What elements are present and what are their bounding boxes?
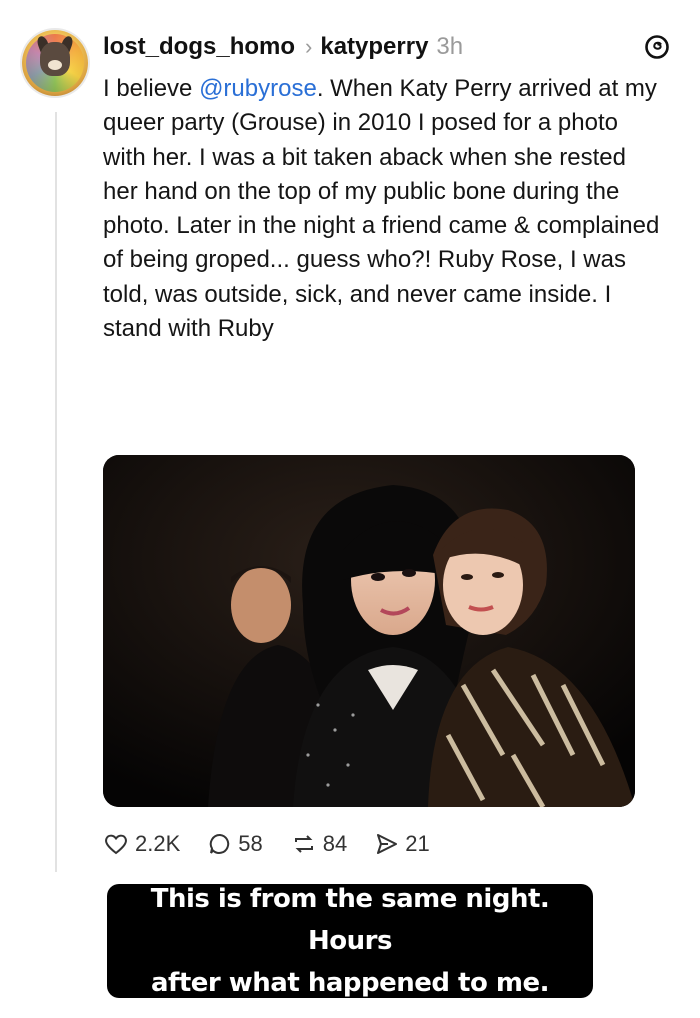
caption-line-2: after what happened to me. xyxy=(150,968,550,998)
post-text-body: . When Katy Perry arrived at my queer pa… xyxy=(103,75,660,343)
chevron-right-icon: › xyxy=(305,34,313,59)
send-icon xyxy=(377,834,398,854)
username-link[interactable]: lost_dogs_homo xyxy=(103,33,295,61)
post-timestamp: 3h xyxy=(436,33,464,60)
share-button[interactable]: 21 xyxy=(375,831,430,857)
mention-link[interactable]: @rubyrose xyxy=(199,75,317,102)
comment-button[interactable]: 58 xyxy=(208,831,263,857)
like-count: 2.2K xyxy=(135,831,181,856)
threads-logo-icon[interactable] xyxy=(644,34,670,60)
comment-count: 58 xyxy=(238,831,263,856)
avatar-dog-face xyxy=(40,42,70,76)
post-text-start: I believe xyxy=(103,75,200,102)
repost-button[interactable]: 84 xyxy=(291,831,347,857)
reply-to-username-link[interactable]: katyperry xyxy=(320,33,428,61)
post-actions: 2.2K 58 84 21 xyxy=(103,826,458,862)
story-caption: This is from the same night. Hours after… xyxy=(107,884,593,998)
avatar-snout xyxy=(48,60,62,70)
repost-icon xyxy=(294,835,313,853)
post-photo[interactable] xyxy=(103,455,635,807)
repost-count: 84 xyxy=(322,831,348,856)
like-button[interactable]: 2.2K xyxy=(103,831,180,857)
heart-icon xyxy=(105,834,127,855)
post-header: lost_dogs_homo › katyperry 3h xyxy=(103,30,670,64)
avatar[interactable] xyxy=(22,30,88,96)
caption-line-1: This is from the same night. Hours xyxy=(150,884,550,956)
thread-line xyxy=(55,112,57,872)
post-photo-image xyxy=(103,455,635,807)
comment-icon xyxy=(210,833,230,854)
post-text: I believe @rubyrose. When Katy Perry arr… xyxy=(103,72,663,346)
share-count: 21 xyxy=(405,831,430,856)
